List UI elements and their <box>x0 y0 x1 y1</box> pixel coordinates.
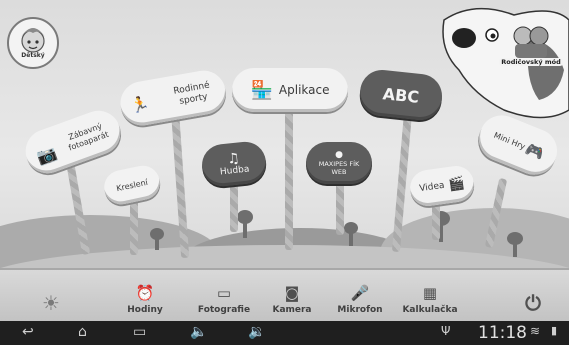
tree-trunk <box>513 243 517 257</box>
sign-maxipes[interactable]: ● MAXIPES FÍK WEB <box>306 142 372 184</box>
sign-maxipes-label: MAXIPES FÍK WEB <box>318 160 360 176</box>
dock-calculator[interactable]: ▦ Kalkulačka <box>396 268 464 321</box>
child-face-icon <box>21 28 45 53</box>
sign-music-label: Hudba <box>219 164 250 178</box>
home-icon[interactable]: ⌂ <box>78 324 87 340</box>
sign-music[interactable]: ♫ Hudba <box>199 139 269 189</box>
clapperboard-icon: 🎬 <box>447 175 466 193</box>
camera-icon: ◙ <box>284 284 300 302</box>
sign-family-sports[interactable]: 🏃 Rodinné sporty <box>116 67 230 129</box>
dock-clock[interactable]: ⏰ Hodiny <box>118 268 172 321</box>
volume-up-icon[interactable]: 🔉 <box>248 324 265 340</box>
sign-drawing[interactable]: Kreslení <box>101 162 163 208</box>
sign-videos-label: Videa <box>418 180 446 195</box>
sign-apps[interactable]: 🏪 Aplikace <box>232 68 348 112</box>
sign-camera-fun-label: Zábavný fotoaparát <box>67 121 110 153</box>
dock-photos-label: Fotografie <box>197 305 251 315</box>
recent-apps-icon[interactable]: ▭ <box>133 324 146 340</box>
wifi-icon: ≋ <box>530 324 541 338</box>
music-note-icon: ♫ <box>226 150 241 168</box>
tree-trunk <box>349 232 353 246</box>
status-time: 11:18 <box>478 323 527 343</box>
back-icon[interactable]: ↩ <box>22 324 34 340</box>
tree-trunk <box>243 222 247 238</box>
power-button[interactable]: ⏻ <box>516 268 550 321</box>
brightness-icon: ☀ <box>42 291 60 315</box>
photos-icon: ▭ <box>216 284 232 302</box>
usb-icon: Ψ <box>441 324 451 338</box>
camera-fun-icon: 📷 <box>34 142 60 168</box>
sign-abc[interactable]: ABC <box>357 67 445 123</box>
sports-icon: 🏃 <box>129 94 151 116</box>
kids-launcher-screen: Dětský Rodičovský mód 📷 Zábavný fotoapar… <box>0 0 569 345</box>
dock-camera[interactable]: ◙ Kamera <box>266 268 318 321</box>
parent-mode-label: Rodičovský mód <box>499 58 563 66</box>
abc-icon: ABC <box>381 83 421 107</box>
shop-icon: 🏪 <box>250 79 273 101</box>
paw-icon: ● <box>335 150 343 160</box>
profile-avatar[interactable]: Dětský <box>7 17 59 69</box>
calculator-icon: ▦ <box>422 284 438 302</box>
volume-down-icon[interactable]: 🔈 <box>190 324 207 340</box>
parents-icon <box>513 26 549 58</box>
sign-pole <box>432 200 440 240</box>
dock-calc-label: Kalkulačka <box>402 305 458 315</box>
sign-apps-label: Aplikace <box>278 83 330 97</box>
sign-drawing-label: Kreslení <box>115 177 149 193</box>
sign-mini-games-label: Mini Hry <box>492 130 527 152</box>
dock-mic[interactable]: 🎤 Mikrofon <box>330 268 390 321</box>
alarm-clock-icon: ⏰ <box>135 284 155 302</box>
microphone-icon: 🎤 <box>350 284 370 302</box>
power-icon: ⏻ <box>525 291 541 315</box>
sign-pole <box>285 110 293 250</box>
sign-pole <box>336 180 344 235</box>
dock-camera-label: Kamera <box>272 305 312 315</box>
profile-label: Dětský <box>21 52 45 59</box>
parent-mode-button[interactable]: Rodičovský mód <box>499 20 563 72</box>
sign-pole <box>230 182 238 232</box>
dock-clock-label: Hodiny <box>127 305 163 315</box>
sign-videos[interactable]: Videa 🎬 <box>407 163 477 209</box>
dock-mic-label: Mikrofon <box>337 305 383 315</box>
battery-icon: ▮ <box>551 324 558 337</box>
dock-photos[interactable]: ▭ Fotografie <box>192 268 256 321</box>
brightness-button[interactable]: ☀ <box>34 268 68 321</box>
system-nav-bar: ↩ ⌂ ▭ 🔈 🔉 Ψ 11:18 ≋ ▮ <box>0 321 569 345</box>
tree-trunk <box>155 238 159 250</box>
sign-pole <box>130 195 138 255</box>
sign-family-sports-label: Rodinné sporty <box>172 80 211 107</box>
